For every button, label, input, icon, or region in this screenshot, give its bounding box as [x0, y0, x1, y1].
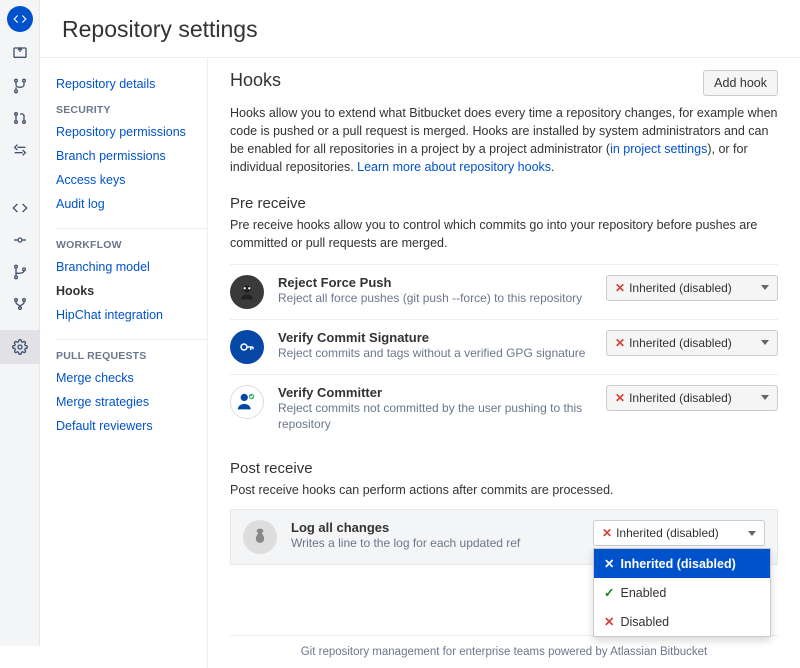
pullrequest-icon[interactable]: [10, 108, 30, 128]
settings-icon[interactable]: [0, 330, 40, 364]
pre-receive-heading: Pre receive: [230, 195, 778, 212]
sidebar-repo-details[interactable]: Repository details: [56, 72, 207, 96]
hook-sub: Reject commits not committed by the user…: [278, 400, 592, 432]
commits-icon[interactable]: [10, 230, 30, 250]
hook-status-select[interactable]: ✕Inherited (disabled): [606, 330, 778, 356]
page-title: Repository settings: [40, 0, 800, 57]
status-dropdown: ✕Inherited (disabled) ✓Enabled ✕Disabled: [593, 548, 771, 637]
hook-row-reject-force-push: Reject Force Push Reject all force pushe…: [230, 264, 778, 319]
verify-signature-icon: [230, 330, 264, 364]
post-receive-heading: Post receive: [230, 460, 778, 477]
forks-icon[interactable]: [10, 294, 30, 314]
sidebar-repo-permissions[interactable]: Repository permissions: [56, 120, 207, 144]
overview-icon[interactable]: [10, 44, 30, 64]
post-receive-desc: Post receive hooks can perform actions a…: [230, 481, 778, 499]
hook-title: Verify Commit Signature: [278, 330, 592, 345]
sidebar-hipchat[interactable]: HipChat integration: [56, 303, 207, 327]
bitbucket-logo-icon[interactable]: [7, 6, 33, 32]
chevron-down-icon: [761, 340, 769, 345]
hook-row-verify-signature: Verify Commit Signature Reject commits a…: [230, 319, 778, 374]
hook-title: Log all changes: [291, 520, 579, 535]
sidebar-audit-log[interactable]: Audit log: [56, 192, 207, 216]
sidebar-section-pullrequests: PULL REQUESTS: [56, 339, 207, 362]
add-hook-button[interactable]: Add hook: [703, 70, 778, 96]
sidebar-section-security: SECURITY: [56, 104, 207, 116]
pre-receive-desc: Pre receive hooks allow you to control w…: [230, 216, 778, 252]
hook-status-select-open[interactable]: ✕Inherited (disabled): [593, 520, 765, 546]
hook-row-verify-committer: Verify Committer Reject commits not comm…: [230, 374, 778, 442]
dropdown-option-disabled[interactable]: ✕Disabled: [594, 607, 770, 636]
sidebar-access-keys[interactable]: Access keys: [56, 168, 207, 192]
reject-force-push-icon: [230, 275, 264, 309]
panel-description: Hooks allow you to extend what Bitbucket…: [230, 104, 778, 177]
panel-heading: Hooks: [230, 70, 281, 91]
settings-sidebar: Repository details SECURITY Repository p…: [40, 58, 208, 668]
branch-icon[interactable]: [10, 76, 30, 96]
sidebar-hooks[interactable]: Hooks: [56, 279, 207, 303]
chevron-down-icon: [748, 531, 756, 536]
chevron-down-icon: [761, 395, 769, 400]
sidebar-default-reviewers[interactable]: Default reviewers: [56, 414, 207, 438]
dropdown-option-enabled[interactable]: ✓Enabled: [594, 578, 770, 607]
chevron-down-icon: [761, 285, 769, 290]
branches-icon[interactable]: [10, 262, 30, 282]
hook-sub: Reject all force pushes (git push --forc…: [278, 290, 592, 306]
hook-title: Reject Force Push: [278, 275, 592, 290]
verify-committer-icon: [230, 385, 264, 419]
project-settings-link[interactable]: in project settings: [610, 142, 707, 156]
footer-text: Git repository management for enterprise…: [230, 635, 778, 668]
sidebar-merge-strategies[interactable]: Merge strategies: [56, 390, 207, 414]
hook-title: Verify Committer: [278, 385, 592, 400]
sidebar-section-workflow: WORKFLOW: [56, 228, 207, 251]
hook-sub: Reject commits and tags without a verifi…: [278, 345, 592, 361]
hook-status-select[interactable]: ✕Inherited (disabled): [606, 275, 778, 301]
sidebar-branch-permissions[interactable]: Branch permissions: [56, 144, 207, 168]
log-changes-icon: [243, 520, 277, 554]
hook-status-select[interactable]: ✕Inherited (disabled): [606, 385, 778, 411]
dropdown-option-inherited[interactable]: ✕Inherited (disabled): [594, 549, 770, 578]
hook-row-log-changes: Log all changes Writes a line to the log…: [230, 509, 778, 565]
learn-more-link[interactable]: Learn more about repository hooks: [357, 160, 551, 174]
sidebar-branching-model[interactable]: Branching model: [56, 255, 207, 279]
source-icon[interactable]: [10, 198, 30, 218]
compare-icon[interactable]: [10, 140, 30, 160]
sidebar-merge-checks[interactable]: Merge checks: [56, 366, 207, 390]
hooks-panel: Hooks Add hook Hooks allow you to extend…: [208, 58, 800, 668]
left-rail: [0, 0, 40, 646]
hook-sub: Writes a line to the log for each update…: [291, 535, 579, 551]
